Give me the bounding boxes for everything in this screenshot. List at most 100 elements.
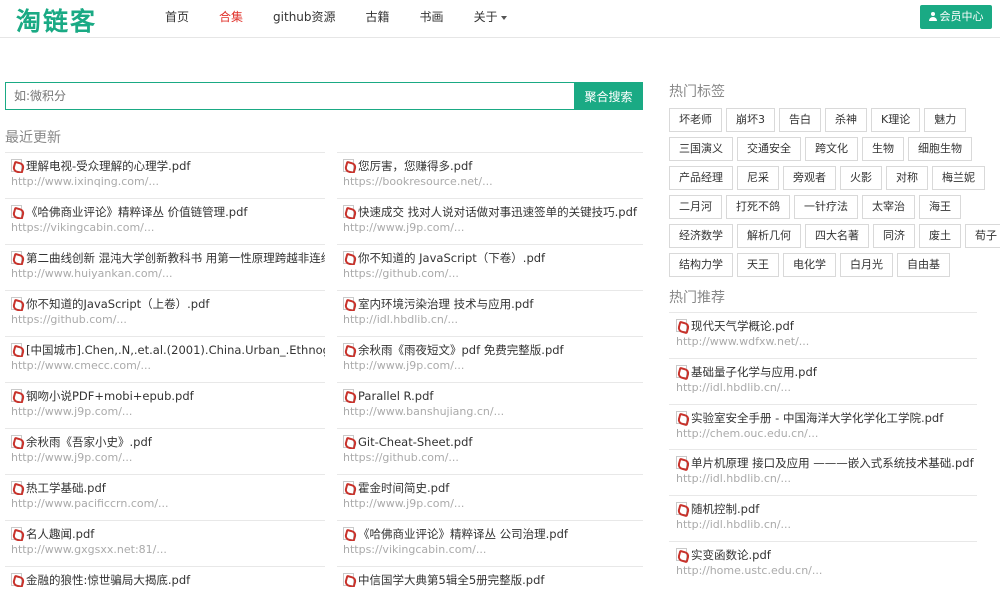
list-item[interactable]: 余秋雨《雨夜短文》pdf 免费完整版.pdf http://www.j9p.com… (337, 336, 643, 382)
nav-item[interactable]: 书画 (405, 0, 459, 38)
list-item[interactable]: Parallel R.pdf http://www.banshujiang.cn/… (337, 382, 643, 428)
list-item[interactable]: 你不知道的JavaScript（上卷）.pdf https://github.co… (5, 290, 325, 336)
list-item[interactable]: 霍金时间简史.pdf http://www.j9p.com/... (337, 474, 643, 520)
list-item[interactable]: 快速成交 找对人说对话做对事迅速签单的关键技巧.pdf http://www.j9… (337, 198, 643, 244)
list-item[interactable]: 《哈佛商业评论》精粹译丛 价值链管理.pdf https://vikingcabi… (5, 198, 325, 244)
item-title-link[interactable]: 中信国学大典第5辑全5册完整版.pdf (343, 573, 643, 587)
item-title: 名人趣闻.pdf (26, 527, 95, 541)
list-item[interactable]: 您厉害，您赚得多.pdf https://bookresource.net/... (337, 152, 643, 198)
tag-link[interactable]: 经济数学 (669, 224, 733, 248)
item-title-link[interactable]: 室内环境污染治理 技术与应用.pdf (343, 297, 643, 311)
list-item[interactable]: 中信国学大典第5辑全5册完整版.pdf (337, 566, 643, 612)
item-url: https://vikingcabin.com/... (11, 221, 155, 234)
recommend-item[interactable]: 实变函数论.pdf http://home.ustc.edu.cn/... (669, 540, 977, 587)
item-title-link[interactable]: 基础量子化学与应用.pdf (676, 364, 977, 379)
tag-link[interactable]: 魅力 (924, 108, 967, 132)
item-title-link[interactable]: 你不知道的JavaScript（上卷）.pdf (11, 297, 325, 311)
tag-link[interactable]: 坏老师 (669, 108, 722, 132)
item-title-link[interactable]: 你不知道的 JavaScript（下卷）.pdf (343, 251, 643, 265)
nav-item-label: github资源 (273, 10, 336, 24)
item-title-link[interactable]: 理解电视-受众理解的心理学.pdf (11, 159, 325, 173)
tag-link[interactable]: 白月光 (840, 253, 893, 277)
tag-link[interactable]: 同济 (873, 224, 915, 248)
list-item[interactable]: 你不知道的 JavaScript（下卷）.pdf https://github.c… (337, 244, 643, 290)
tag-link[interactable]: 杀神 (825, 108, 867, 132)
recommend-item[interactable]: 随机控制.pdf http://idl.hbdlib.cn/... (669, 495, 977, 541)
list-item[interactable]: 第二曲线创新 混沌大学创新教科书 用第一性原理跨越非连续性 http://www.… (5, 244, 325, 290)
tag-link[interactable]: 四大名著 (805, 224, 869, 248)
tag-link[interactable]: 一针疗法 (794, 195, 858, 219)
tag-link[interactable]: 旁观者 (783, 166, 836, 190)
nav-item[interactable]: 首页 (150, 0, 204, 38)
tag-link[interactable]: 二月河 (669, 195, 722, 219)
item-title-link[interactable]: 钢吻小说PDF+mobi+epub.pdf (11, 389, 325, 403)
recommend-item[interactable]: 实验室安全手册 - 中国海洋大学化学化工学院.pdf http://chem.ou… (669, 403, 977, 450)
item-title-link[interactable]: 《哈佛商业评论》精粹译丛 价值链管理.pdf (11, 205, 325, 219)
item-title-link[interactable]: 余秋雨《吾家小史》.pdf (11, 435, 325, 449)
tag-link[interactable]: 崩坏3 (726, 108, 775, 132)
tag-link[interactable]: 电化学 (783, 253, 836, 277)
recommend-item[interactable]: 单片机原理 接口及应用 ———嵌入式系统技术基础.pdf http://idl.h… (669, 449, 977, 495)
site-logo[interactable]: 淘链客 (16, 2, 97, 38)
tag-link[interactable]: 对称 (886, 166, 928, 190)
tag-link[interactable]: 海王 (919, 195, 961, 219)
list-item[interactable]: [中国城市].Chen,.N,.et.al.(2001).China.Urban… (5, 336, 325, 382)
tag-link[interactable]: 解析几何 (737, 224, 801, 248)
item-url: http://www.huiyankan.com/... (11, 267, 173, 280)
item-title-link[interactable]: 第二曲线创新 混沌大学创新教科书 用第一性原理跨越非连续性 (11, 251, 325, 265)
item-title-link[interactable]: 余秋雨《雨夜短文》pdf 免费完整版.pdf (343, 343, 643, 357)
item-title-link[interactable]: 您厉害，您赚得多.pdf (343, 159, 643, 173)
tag-link[interactable]: 太宰治 (862, 195, 915, 219)
list-item[interactable]: 名人趣闻.pdf http://www.gxgsxx.net:81/... (5, 520, 325, 566)
tag-link[interactable]: 细胞生物 (908, 137, 972, 161)
nav-item[interactable]: 合集 (204, 0, 258, 38)
item-title-link[interactable]: 实验室安全手册 - 中国海洋大学化学化工学院.pdf (676, 410, 977, 425)
item-title-link[interactable]: 现代天气学概论.pdf (676, 319, 977, 333)
recommend-item[interactable]: 基础量子化学与应用.pdf http://idl.hbdlib.cn/... (669, 357, 977, 404)
tag-link[interactable]: 荀子 (965, 224, 1000, 248)
tag-link[interactable]: 告白 (779, 108, 821, 132)
tag-link[interactable]: 产品经理 (669, 166, 733, 190)
tag-link[interactable]: 尼采 (737, 166, 779, 190)
item-title-link[interactable]: 名人趣闻.pdf (11, 527, 325, 541)
item-title-link[interactable]: 《哈佛商业评论》精粹译丛 公司治理.pdf (343, 527, 643, 541)
tag-link[interactable]: 梅兰妮 (932, 166, 985, 190)
tag-link[interactable]: 天王 (737, 253, 779, 277)
item-title-link[interactable]: 热工学基础.pdf (11, 481, 325, 495)
tag-link[interactable]: 火影 (840, 166, 882, 190)
item-title-link[interactable]: [中国城市].Chen,.N,.et.al.(2001).China.Urban… (11, 343, 325, 357)
nav-item[interactable]: 古籍 (351, 0, 405, 38)
item-title-link[interactable]: 实变函数论.pdf (676, 547, 977, 562)
tag-link[interactable]: 三国演义 (669, 137, 733, 161)
tag-link[interactable]: 废土 (919, 224, 961, 248)
item-title-link[interactable]: Parallel R.pdf (343, 389, 643, 403)
item-title-link[interactable]: 随机控制.pdf (676, 502, 977, 516)
list-item[interactable]: 金融的狼性:惊世骗局大揭底.pdf (5, 566, 325, 612)
item-title-link[interactable]: 单片机原理 接口及应用 ———嵌入式系统技术基础.pdf (676, 456, 977, 470)
item-title-link[interactable]: Git-Cheat-Sheet.pdf (343, 435, 643, 449)
tag-link[interactable]: 结构力学 (669, 253, 733, 277)
list-item[interactable]: 《哈佛商业评论》精粹译丛 公司治理.pdf https://vikingcabin… (337, 520, 643, 566)
list-item[interactable]: 余秋雨《吾家小史》.pdf http://www.j9p.com/... (5, 428, 325, 474)
item-title-link[interactable]: 霍金时间简史.pdf (343, 481, 643, 495)
list-item[interactable]: Git-Cheat-Sheet.pdf https://github.com/..… (337, 428, 643, 474)
nav-item[interactable]: 关于 (459, 0, 522, 38)
search-input[interactable] (5, 82, 574, 110)
aggregate-search-button[interactable]: 聚合搜索 (574, 82, 643, 110)
tag-link[interactable]: 生物 (862, 137, 904, 161)
tag-link[interactable]: K理论 (871, 108, 921, 132)
list-item[interactable]: 钢吻小说PDF+mobi+epub.pdf http://www.j9p.com/… (5, 382, 325, 428)
item-title-link[interactable]: 金融的狼性:惊世骗局大揭底.pdf (11, 573, 325, 587)
nav-item[interactable]: github资源 (258, 0, 351, 38)
list-item[interactable]: 室内环境污染治理 技术与应用.pdf http://idl.hbdlib.cn/.… (337, 290, 643, 336)
recommend-item[interactable]: 现代天气学概论.pdf http://www.wdfxw.net/... (669, 312, 977, 358)
item-title: Git-Cheat-Sheet.pdf (358, 435, 473, 449)
tag-link[interactable]: 交通安全 (737, 137, 801, 161)
tag-link[interactable]: 跨文化 (805, 137, 858, 161)
list-item[interactable]: 热工学基础.pdf http://www.pacificcrn.com/... (5, 474, 325, 520)
member-center-button[interactable]: 会员中心 (920, 5, 992, 29)
list-item[interactable]: 理解电视-受众理解的心理学.pdf http://www.ixinqing.com… (5, 152, 325, 198)
item-title-link[interactable]: 快速成交 找对人说对话做对事迅速签单的关键技巧.pdf (343, 205, 643, 219)
tag-link[interactable]: 打死不鸽 (726, 195, 790, 219)
tag-link[interactable]: 自由基 (897, 253, 950, 277)
